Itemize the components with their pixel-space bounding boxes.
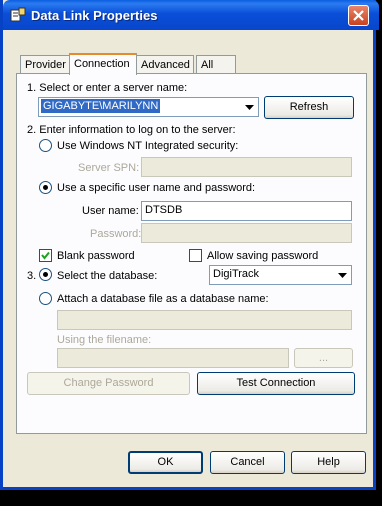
database-select[interactable]: DigiTrack: [209, 265, 352, 285]
window-title: Data Link Properties: [31, 8, 158, 23]
tab-connection[interactable]: Connection: [69, 53, 137, 75]
tab-all[interactable]: All: [196, 55, 236, 73]
cancel-button[interactable]: Cancel: [210, 451, 285, 474]
blank-password-checkbox[interactable]: [39, 249, 52, 262]
tab-advanced[interactable]: Advanced: [136, 55, 194, 73]
ok-button[interactable]: OK: [128, 451, 203, 474]
step1-label: 1. Select or enter a server name:: [27, 82, 188, 94]
attach-db-input[interactable]: [57, 310, 352, 330]
checkmark-icon: [41, 251, 50, 260]
tab-label: Provider: [25, 59, 66, 71]
server-name-combobox[interactable]: GIGABYTE\MARILYNN: [38, 97, 259, 117]
filename-label: Using the filename:: [57, 334, 152, 346]
tab-label: Connection: [74, 58, 130, 70]
dropdown-arrow-icon[interactable]: [242, 99, 257, 115]
title-bar[interactable]: Data Link Properties: [3, 0, 379, 30]
select-db-label: Select the database:: [57, 270, 158, 282]
blank-password-label: Blank password: [57, 250, 135, 262]
refresh-button[interactable]: Refresh: [264, 96, 354, 119]
close-icon: [353, 10, 364, 21]
specific-user-radio[interactable]: [39, 181, 52, 194]
attach-db-radio[interactable]: [39, 292, 52, 305]
nt-security-label: Use Windows NT Integrated security:: [57, 140, 239, 152]
tab-label: Advanced: [141, 59, 190, 71]
server-spn-label: Server SPN:: [78, 162, 140, 174]
select-db-radio[interactable]: [39, 268, 52, 281]
password-input[interactable]: [141, 223, 352, 243]
close-button[interactable]: [348, 5, 369, 26]
test-connection-button[interactable]: Test Connection: [197, 372, 355, 395]
change-password-button[interactable]: Change Password: [27, 372, 190, 395]
allow-saving-label: Allow saving password: [207, 250, 319, 262]
server-spn-input[interactable]: [141, 157, 352, 177]
attach-db-label: Attach a database file as a database nam…: [57, 293, 269, 305]
server-name-value: GIGABYTE\MARILYNN: [41, 99, 161, 113]
username-input[interactable]: DTSDB: [141, 201, 352, 221]
specific-user-label: Use a specific user name and password:: [57, 182, 256, 194]
browse-button[interactable]: ...: [294, 348, 353, 368]
database-value: DigiTrack: [213, 268, 260, 280]
data-link-icon: [10, 7, 26, 23]
dialog-window: Data Link Properties Provider Connection…: [0, 0, 379, 490]
step3-prefix: 3.: [27, 270, 37, 282]
tab-label: All: [201, 59, 214, 71]
step2-label: 2. Enter information to log on to the se…: [27, 124, 236, 136]
allow-saving-checkbox[interactable]: [189, 249, 202, 262]
tab-provider[interactable]: Provider: [20, 55, 70, 73]
username-label: User name:: [82, 205, 139, 217]
password-label: Password:: [90, 228, 142, 240]
nt-security-radio[interactable]: [39, 139, 52, 152]
dropdown-arrow-icon[interactable]: [335, 267, 350, 283]
help-button[interactable]: Help: [291, 451, 366, 474]
filename-input[interactable]: [57, 348, 289, 368]
